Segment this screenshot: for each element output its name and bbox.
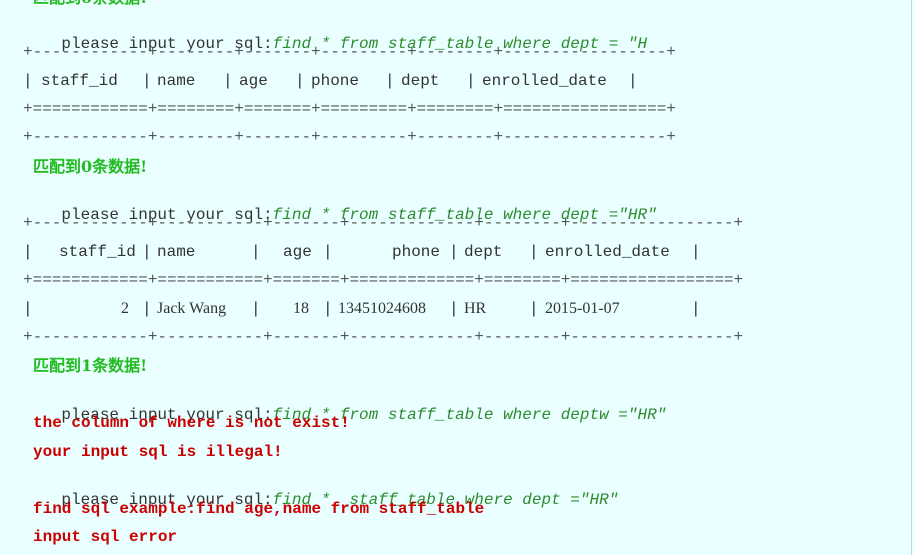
table-cell: 2015-01-07: [545, 300, 620, 317]
table-border-top: +------------+-----------+-------+------…: [23, 214, 744, 232]
result-message: 匹配到1条数据!: [33, 356, 148, 375]
table-cell: 2: [121, 300, 129, 317]
table-border-top: +------------+--------+-------+---------…: [23, 43, 676, 61]
header-cell: enrolled_date: [545, 243, 670, 261]
error-message: your input sql is illegal!: [33, 443, 283, 461]
table-cell: Jack Wang: [157, 300, 227, 317]
header-cell: phone: [311, 72, 360, 90]
table-border-bottom: +------------+-----------+-------+------…: [23, 328, 744, 346]
table-border-bottom: +------------+--------+-------+---------…: [23, 128, 676, 146]
table-header-separator: +============+===========+=======+======…: [23, 271, 744, 289]
header-cell: age: [283, 243, 312, 261]
error-message: find sql example:find age,name from staf…: [33, 500, 485, 518]
error-message: the column of where is not exist!: [33, 414, 350, 432]
error-message: input sql error: [33, 528, 178, 546]
header-cell: age: [239, 72, 268, 90]
table-cell: 13451024608: [338, 300, 426, 317]
result-message: 匹配到0条数据!: [33, 157, 148, 176]
table-cell: HR: [464, 300, 487, 317]
header-cell: enrolled_date: [482, 72, 607, 90]
table-cell: 18: [293, 300, 309, 317]
console-output: 匹配到0条数据! please input your sql:find * fr…: [0, 0, 912, 555]
table-header-separator: +============+========+=======+=========…: [23, 100, 676, 118]
header-cell: name: [157, 243, 196, 261]
header-cell: staff_id: [41, 72, 118, 90]
header-cell: phone: [392, 243, 441, 261]
result-message-partial: 匹配到0条数据!: [33, 0, 147, 8]
header-cell: name: [157, 72, 196, 90]
header-cell: staff_id: [59, 243, 136, 261]
header-cell: dept: [464, 243, 503, 261]
header-cell: dept: [401, 72, 440, 90]
